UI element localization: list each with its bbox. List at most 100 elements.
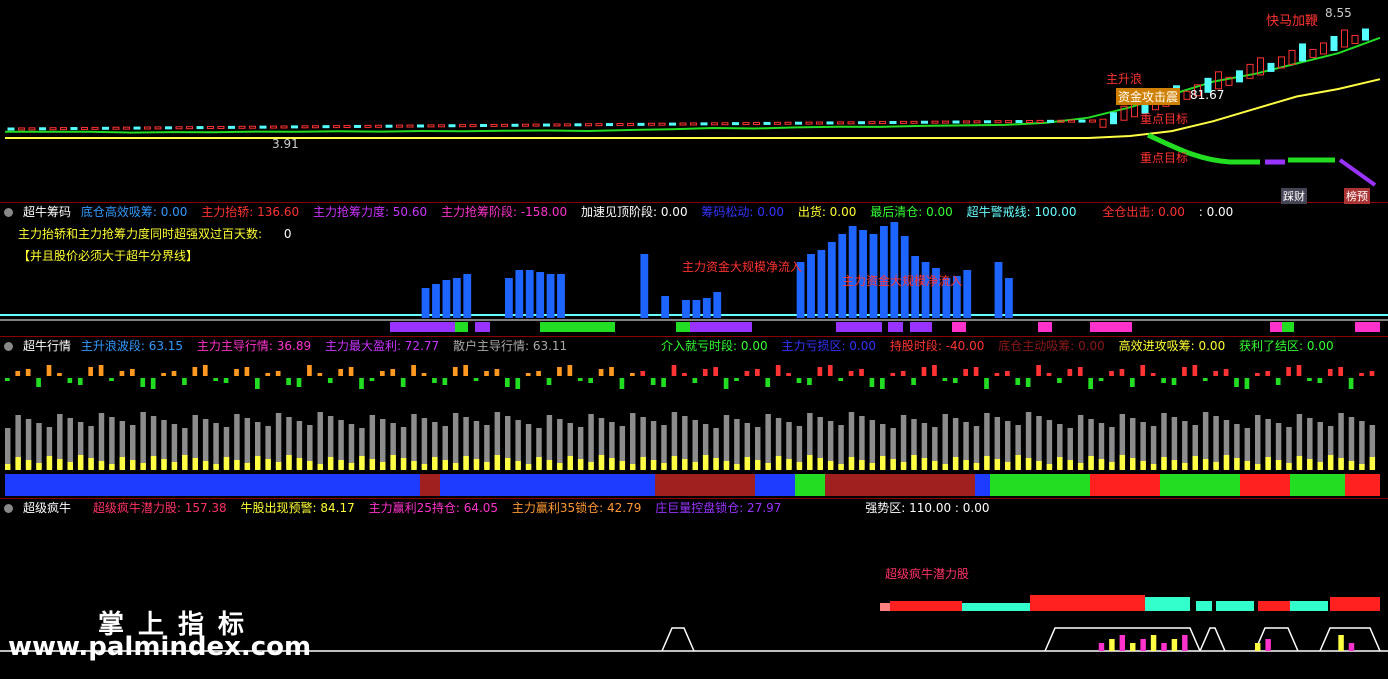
candle — [826, 121, 834, 125]
bull-area — [962, 603, 1030, 611]
trend-signal-bar — [942, 378, 948, 381]
trend-signal-bar — [1338, 367, 1344, 376]
trend-yellow-bar — [109, 464, 115, 470]
trend-yellow-bar — [671, 456, 678, 470]
candle — [1078, 119, 1086, 123]
candle — [1236, 70, 1243, 83]
candle — [123, 126, 130, 130]
candle — [574, 123, 582, 127]
panel2-item: 最后清仓: 0.00 — [870, 205, 953, 219]
bull-bar — [1130, 643, 1136, 651]
trend-gray-bar — [557, 419, 563, 468]
candle — [616, 123, 624, 127]
trend-signal-bar — [67, 378, 73, 383]
trend-signal-bar — [786, 373, 791, 376]
trend-yellow-bar — [234, 460, 240, 470]
collapse-icon[interactable] — [4, 504, 13, 513]
bull-bar — [1150, 635, 1157, 651]
candle — [963, 120, 970, 124]
candle — [144, 126, 151, 130]
trend-zone — [1240, 474, 1290, 496]
trend-yellow-bar — [1348, 461, 1355, 470]
trend-yellow-bar — [661, 463, 667, 470]
trend-yellow-bar — [1338, 458, 1344, 470]
chip-bar — [994, 262, 1003, 318]
trend-signal-bar — [588, 378, 594, 383]
trend-signal-bar — [463, 365, 469, 376]
trend-signal-bar — [661, 378, 666, 387]
annotation-attack: 资金攻击震 — [1116, 88, 1181, 105]
trend-signal-bar — [286, 378, 291, 385]
bull-bar — [1098, 643, 1105, 651]
chip-bar — [515, 270, 524, 318]
trend-yellow-bar — [1067, 460, 1073, 470]
trend-signal-bar — [1213, 371, 1219, 376]
candle — [1036, 119, 1044, 123]
trend-signal-bar — [1057, 378, 1062, 383]
candle — [1267, 62, 1275, 72]
trend-signal-bar — [1244, 378, 1250, 389]
trend-yellow-bar — [755, 460, 761, 470]
trend-signal-bar — [900, 371, 906, 376]
trend-signal-bar — [536, 371, 541, 376]
trend-yellow-bar — [692, 462, 698, 470]
chip-bar — [452, 278, 461, 318]
candle — [595, 123, 603, 127]
value-label: 81.67 — [1190, 88, 1225, 102]
panel2-item: : 0.00 — [1198, 205, 1234, 219]
candle — [1309, 48, 1317, 58]
collapse-icon[interactable] — [4, 208, 13, 217]
bull-bar — [1255, 643, 1261, 651]
annotation-target-2: 重点目标 — [1140, 151, 1189, 165]
candle — [732, 122, 739, 126]
candle — [70, 127, 78, 131]
candle — [1246, 63, 1254, 79]
separator — [0, 336, 1388, 337]
trend-signal-bar — [88, 367, 94, 376]
trend-yellow-bar — [515, 461, 521, 470]
trend-gray-bar — [796, 426, 803, 468]
trend-signal-bar — [577, 378, 583, 381]
trend-signal-bar — [307, 365, 312, 376]
strength-zone — [1254, 627, 1299, 652]
trend-yellow-bar — [192, 458, 198, 470]
trend-yellow-bar — [963, 460, 969, 470]
trend-signal-bar — [130, 369, 135, 376]
trend-yellow-bar — [265, 459, 271, 470]
bull-area — [1030, 595, 1145, 611]
bull-area — [1258, 601, 1290, 611]
trend-gray-bar — [484, 425, 490, 468]
panel3-item: 散户主导行情: 63.11 — [452, 339, 568, 353]
chip-bar — [442, 280, 451, 318]
trend-signal-bar — [77, 378, 83, 385]
trend-gray-bar — [723, 415, 730, 468]
trend-signal-bar — [380, 371, 385, 376]
trend-signal-bar — [692, 378, 698, 383]
annotation-tag-1: 踩财 — [1281, 188, 1307, 204]
trend-zone — [1090, 474, 1160, 496]
trend-signal-bar — [182, 378, 187, 385]
trend-gray-bar — [171, 424, 178, 468]
trend-yellow-bar — [25, 460, 32, 470]
trend-signal-bar — [671, 365, 677, 376]
panel4-item: 牛股出现预警: 84.17 — [240, 501, 355, 515]
candle — [7, 127, 15, 131]
collapse-icon[interactable] — [4, 342, 13, 351]
trend-signal-bar — [1275, 378, 1281, 385]
chip-base-block — [455, 322, 468, 332]
trend-signal-bar — [609, 367, 614, 376]
trend-signal-bar — [890, 373, 896, 376]
trend-signal-bar — [859, 369, 864, 376]
strength-zone — [1199, 627, 1226, 652]
trend-yellow-bar — [286, 455, 292, 470]
chip-bar — [1005, 278, 1013, 318]
trend-yellow-bar — [348, 463, 355, 470]
trend-signal-bar — [765, 378, 771, 387]
panel2-annotation-1: 主力资金大规模净流入 — [682, 260, 803, 274]
chip-bar — [505, 278, 513, 318]
candle — [690, 122, 697, 126]
panel2-item: 超牛警戒线: 100.00 — [966, 205, 1077, 219]
candle — [469, 124, 477, 128]
candle — [721, 122, 729, 126]
trend-gray-bar — [1213, 416, 1219, 468]
